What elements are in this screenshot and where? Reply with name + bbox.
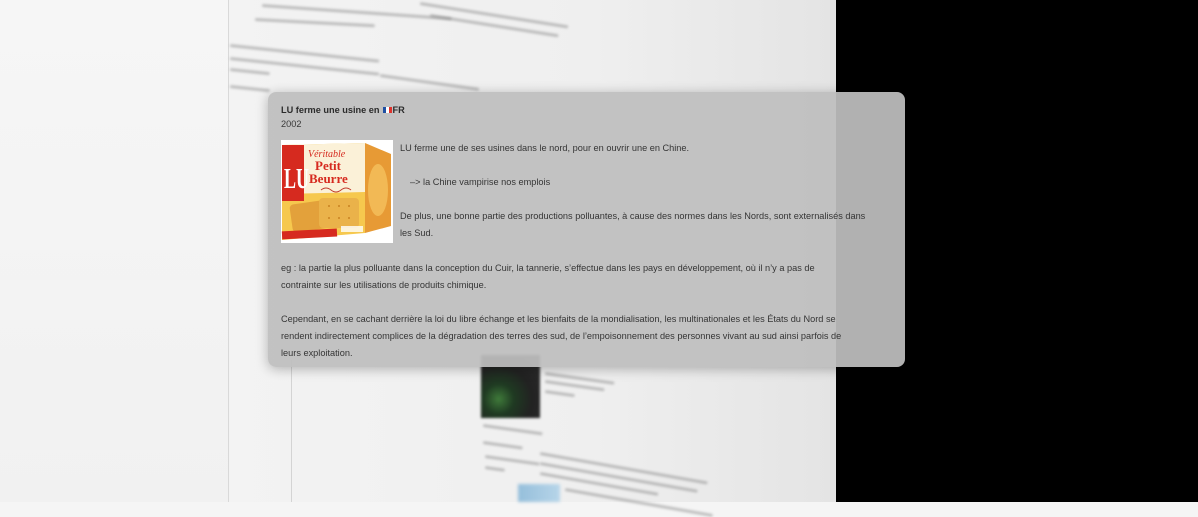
text-line: Cependant, en se cachant derrière la loi… xyxy=(281,314,836,324)
popover-title-text: LU ferme une usine en xyxy=(281,105,380,115)
event-detail-popover: LU ferme une usine en FR 2002 LU Véritabl… xyxy=(268,92,905,367)
paragraph: eg : la partie la plus polluante dans la… xyxy=(281,260,895,294)
product-name-line3: Beurre xyxy=(309,171,348,186)
paragraph: LU ferme une de ses usines dans le nord,… xyxy=(400,140,895,157)
lu-logo-text: LU xyxy=(284,164,309,195)
popover-year: 2002 xyxy=(281,119,302,129)
paragraph: –> la Chine vampirise nos emplois xyxy=(400,174,895,191)
popover-side-text: LU ferme une de ses usines dans le nord,… xyxy=(400,140,895,243)
text-line: les Sud. xyxy=(400,228,434,238)
blurred-thumbnail xyxy=(518,484,560,502)
paragraph: Cependant, en se cachant derrière la loi… xyxy=(281,311,895,362)
country-code: FR xyxy=(392,105,405,115)
paragraph: De plus, une bonne partie des production… xyxy=(400,208,895,242)
popover-top-row: LU Véritable Petit Beurre LU ferme une d xyxy=(281,140,895,243)
lu-petit-beurre-box-image: LU Véritable Petit Beurre xyxy=(281,140,393,243)
desktop-background xyxy=(0,0,228,502)
text-line: LU ferme une de ses usines dans le nord,… xyxy=(400,143,690,153)
france-flag-icon xyxy=(382,107,392,113)
popover-body-text: eg : la partie la plus polluante dans la… xyxy=(281,260,895,362)
text-line: leurs exploitation. xyxy=(281,348,353,358)
popover-title: LU ferme une usine en FR xyxy=(281,103,895,117)
page-margin-line xyxy=(291,360,292,502)
text-line: rendent indirectement complices de la dé… xyxy=(281,331,842,341)
text-line: eg : la partie la plus polluante dans la… xyxy=(281,263,815,273)
text-line: De plus, une bonne partie des production… xyxy=(400,211,866,221)
text-line: contrainte sur les utilisations de produ… xyxy=(281,280,487,290)
text-line: –> la Chine vampirise nos emplois xyxy=(410,177,551,187)
